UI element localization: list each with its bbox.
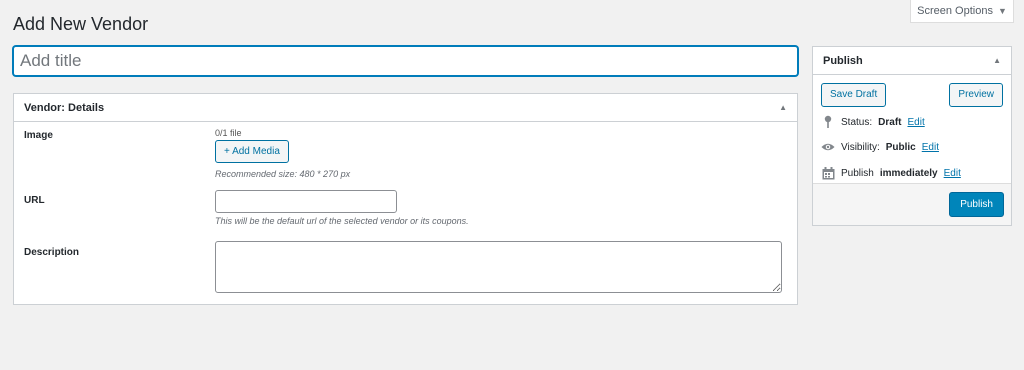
vendor-details-header[interactable]: Vendor: Details ▲ [14,94,797,122]
image-hint: Recommended size: 480 * 270 px [215,169,351,179]
status-value: Draft [878,116,902,128]
title-input[interactable] [13,46,798,76]
description-field [215,241,782,293]
vendor-details-title: Vendor: Details [24,101,105,114]
description-textarea[interactable] [215,241,782,293]
pin-icon [821,115,835,129]
screen-options-button[interactable]: Screen Options ▼ [910,0,1014,23]
vendor-details-box: Vendor: Details ▲ Image 0/1 file + Add M… [13,93,798,305]
toggle-up-icon[interactable]: ▲ [779,103,787,112]
visibility-row: Visibility: Public Edit [821,140,939,154]
url-input[interactable] [215,190,397,213]
publish-button[interactable]: Publish [949,192,1004,217]
calendar-icon [821,166,835,180]
preview-button[interactable]: Preview [949,83,1003,107]
publish-schedule-row: Publish immediately Edit [821,166,961,180]
status-row: Status: Draft Edit [821,115,925,129]
image-field: 0/1 file + Add Media Recommended size: 4… [215,128,350,179]
publish-box: Publish ▲ Save Draft Preview Status: Dra… [812,46,1012,226]
url-label: URL [24,195,45,206]
url-field: This will be the default url of the sele… [215,190,469,226]
visibility-edit-link[interactable]: Edit [922,142,939,153]
eye-icon [821,140,835,154]
add-media-button[interactable]: + Add Media [215,140,289,163]
page-title: Add New Vendor [13,14,149,34]
publish-title: Publish [823,54,863,67]
publish-schedule-value: immediately [879,167,938,179]
caret-down-icon: ▼ [997,6,1007,16]
status-edit-link[interactable]: Edit [907,117,924,128]
image-label: Image [24,130,53,141]
url-hint: This will be the default url of the sele… [215,216,469,226]
screen-options-label: Screen Options [917,5,993,17]
publish-header[interactable]: Publish ▲ [813,47,1011,75]
description-label: Description [24,247,80,258]
status-label: Status: [841,116,873,128]
toggle-up-icon[interactable]: ▲ [993,56,1001,65]
visibility-value: Public [885,141,916,153]
publish-footer: Publish [813,183,1011,225]
visibility-label: Visibility: [841,141,880,153]
publish-schedule-edit-link[interactable]: Edit [944,168,961,179]
save-draft-button[interactable]: Save Draft [821,83,887,107]
file-count: 0/1 file [215,128,242,138]
publish-schedule-label: Publish [841,167,874,179]
